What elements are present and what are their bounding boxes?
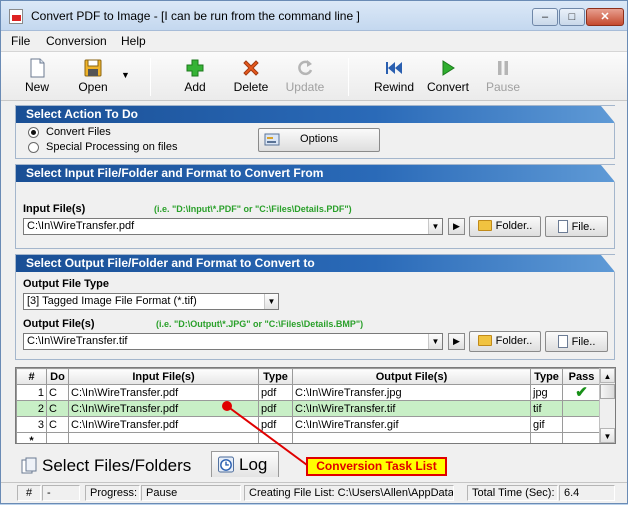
conversion-task-list-callout: Conversion Task List bbox=[306, 457, 447, 476]
status-progress-value: Pause bbox=[141, 485, 241, 501]
status-hash: # bbox=[17, 485, 41, 501]
status-creating-file-list: Creating File List: C:\Users\Allen\AppDa… bbox=[244, 485, 454, 501]
status-dash: - bbox=[42, 485, 80, 501]
main-window: Convert PDF to Image - [I can be run fro… bbox=[0, 0, 628, 504]
status-progress-label: Progress: bbox=[85, 485, 140, 501]
callout-arrow bbox=[222, 401, 308, 466]
status-bar: # - Progress: Pause Creating File List: … bbox=[1, 482, 627, 503]
status-total-time-value: 6.4 bbox=[559, 485, 615, 501]
status-total-time-label: Total Time (Sec): bbox=[467, 485, 558, 501]
